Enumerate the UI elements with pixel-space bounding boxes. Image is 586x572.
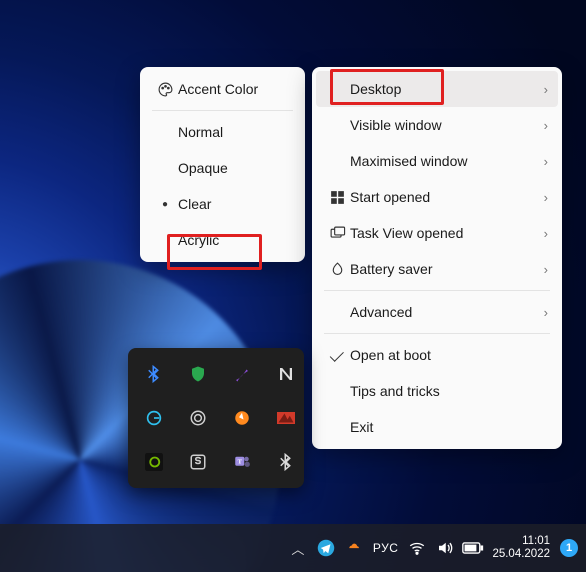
app-red-icon[interactable] — [268, 400, 304, 436]
chevron-right-icon: › — [534, 82, 548, 97]
notification-badge[interactable]: 1 — [560, 539, 578, 557]
menu-item-start-opened[interactable]: Start opened › — [316, 179, 558, 215]
menu-item-visible-window[interactable]: Visible window › — [316, 107, 558, 143]
svg-text:T: T — [237, 459, 242, 466]
pen-icon[interactable] — [224, 356, 260, 392]
palette-icon — [152, 81, 178, 98]
menu-item-advanced[interactable]: Advanced › — [316, 294, 558, 330]
battery-saver-icon — [324, 261, 350, 278]
context-menu-main: Desktop › Visible window › Maximised win… — [312, 67, 562, 449]
chevron-right-icon: › — [534, 118, 548, 133]
menu-separator — [324, 333, 550, 334]
menu-item-tips-and-tricks[interactable]: Tips and tricks — [316, 373, 558, 409]
menu-item-task-view-opened[interactable]: Task View opened › — [316, 215, 558, 251]
app-s-icon[interactable] — [180, 444, 216, 480]
menu-separator — [324, 290, 550, 291]
chevron-right-icon: › — [534, 190, 548, 205]
submenu-accent-color: Accent Color Normal Opaque ● Clear Acryl… — [140, 67, 305, 262]
menu-item-desktop[interactable]: Desktop › — [316, 71, 558, 107]
security-icon[interactable] — [180, 356, 216, 392]
menu-separator — [152, 110, 293, 111]
nvidia-icon[interactable] — [136, 444, 172, 480]
bluetooth-icon[interactable] — [136, 356, 172, 392]
systray-overflow-flyout: T — [128, 348, 304, 488]
submenu-item-opaque[interactable]: Opaque — [144, 150, 301, 186]
battery-icon[interactable] — [462, 537, 484, 559]
chevron-right-icon: › — [534, 226, 548, 241]
submenu-item-acrylic[interactable]: Acrylic — [144, 222, 301, 258]
taskbar: ︿ РУС 11:01 25.04.2022 1 — [0, 524, 586, 572]
task-view-icon — [324, 225, 350, 242]
cloudflare-icon[interactable] — [343, 537, 365, 559]
chevron-right-icon: › — [534, 305, 548, 320]
telegram-icon[interactable] — [315, 537, 337, 559]
menu-item-exit[interactable]: Exit — [316, 409, 558, 445]
menu-item-battery-saver[interactable]: Battery saver › — [316, 251, 558, 287]
taskbar-date: 25.04.2022 — [492, 548, 550, 561]
bullet-icon: ● — [152, 199, 178, 210]
taskbar-language[interactable]: РУС — [371, 541, 401, 555]
app-orange-icon[interactable] — [224, 400, 260, 436]
app-n-icon[interactable] — [268, 356, 304, 392]
teams-icon[interactable]: T — [224, 444, 260, 480]
steelseries-icon[interactable] — [180, 400, 216, 436]
menu-item-open-at-boot[interactable]: Open at boot — [316, 337, 558, 373]
submenu-header-label: Accent Color — [178, 81, 291, 97]
wifi-icon[interactable] — [406, 537, 428, 559]
logitech-icon[interactable] — [136, 400, 172, 436]
taskbar-time: 11:01 — [492, 535, 550, 548]
volume-icon[interactable] — [434, 537, 456, 559]
checkmark-icon — [324, 352, 350, 359]
taskbar-clock[interactable]: 11:01 25.04.2022 — [490, 535, 552, 561]
chevron-right-icon: › — [534, 154, 548, 169]
submenu-item-normal[interactable]: Normal — [144, 114, 301, 150]
menu-item-maximised-window[interactable]: Maximised window › — [316, 143, 558, 179]
app-b-icon[interactable] — [268, 444, 304, 480]
submenu-header-accent-color: Accent Color — [144, 71, 301, 107]
chevron-right-icon: › — [534, 262, 548, 277]
systray-chevron-up-icon[interactable]: ︿ — [287, 537, 309, 559]
start-icon — [324, 189, 350, 206]
submenu-item-clear[interactable]: ● Clear — [144, 186, 301, 222]
